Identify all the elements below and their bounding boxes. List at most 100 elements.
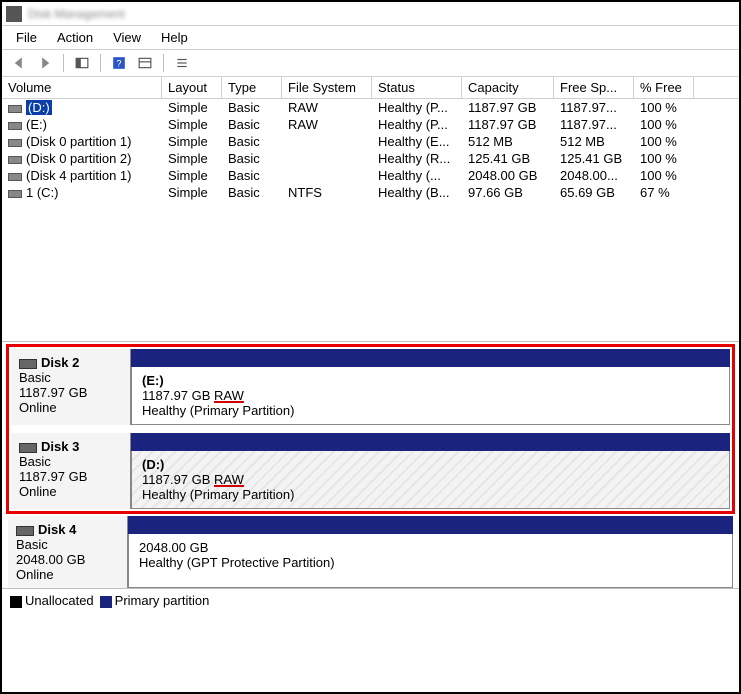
volume-fs: NTFS (282, 185, 372, 200)
partition-name: (D:) (142, 457, 719, 472)
list-button[interactable] (171, 53, 193, 73)
help-icon: ? (112, 56, 126, 70)
partition-fs: RAW (214, 388, 244, 403)
disk-partitions: (E:) 1187.97 GB RAW Healthy (Primary Par… (131, 349, 730, 425)
volume-table-body: (D:)SimpleBasicRAWHealthy (P...1187.97 G… (2, 99, 739, 201)
volume-fs (282, 168, 372, 183)
volume-pct: 67 % (634, 185, 694, 200)
partition-size: 2048.00 GB (139, 540, 722, 555)
list-icon (175, 56, 189, 70)
column-status[interactable]: Status (372, 77, 462, 98)
volume-free: 1187.97... (554, 117, 634, 132)
partition-size-fs: 1187.97 GB RAW (142, 472, 719, 487)
volume-pct: 100 % (634, 134, 694, 149)
legend-unallocated: Unallocated (10, 593, 94, 608)
forward-button[interactable] (34, 53, 56, 73)
disk-partitions: (D:) 1187.97 GB RAW Healthy (Primary Par… (131, 433, 730, 509)
volume-row[interactable]: (Disk 0 partition 1)SimpleBasicHealthy (… (2, 133, 739, 150)
volume-name: (Disk 0 partition 2) (26, 151, 131, 166)
partition-size: 1187.97 GB (142, 472, 214, 487)
show-hide-button[interactable] (71, 53, 93, 73)
volume-name: (Disk 0 partition 1) (26, 134, 131, 149)
volume-type: Basic (222, 168, 282, 183)
volume-type: Basic (222, 151, 282, 166)
drive-icon (8, 139, 22, 147)
column-volume[interactable]: Volume (2, 77, 162, 98)
window-title: Disk Management (28, 7, 125, 21)
volume-status: Healthy (P... (372, 117, 462, 132)
volume-free: 1187.97... (554, 100, 634, 115)
menu-file[interactable]: File (8, 28, 45, 47)
partition-block[interactable]: 2048.00 GB Healthy (GPT Protective Parti… (128, 534, 733, 588)
volume-row[interactable]: (E:) SimpleBasicRAWHealthy (P...1187.97 G… (2, 116, 739, 133)
volume-free: 2048.00... (554, 168, 634, 183)
volume-pct: 100 % (634, 151, 694, 166)
titlebar: Disk Management (2, 2, 739, 26)
partition-block[interactable]: (E:) 1187.97 GB RAW Healthy (Primary Par… (131, 367, 730, 425)
drive-icon (8, 190, 22, 198)
disk-area: Disk 2 Basic 1187.97 GB Online (E:) 1187… (2, 341, 739, 588)
volume-type: Basic (222, 100, 282, 115)
volume-name: (E:) (26, 117, 47, 132)
disk-info: Disk 4 Basic 2048.00 GB Online (8, 516, 128, 588)
column-pct-free[interactable]: % Free (634, 77, 694, 98)
column-filesystem[interactable]: File System (282, 77, 372, 98)
volume-name: (Disk 4 partition 1) (26, 168, 131, 183)
volume-free: 125.41 GB (554, 151, 634, 166)
drive-icon (8, 122, 22, 130)
disk-panel-2[interactable]: Disk 2 Basic 1187.97 GB Online (E:) 1187… (11, 349, 730, 425)
back-button[interactable] (8, 53, 30, 73)
column-capacity[interactable]: Capacity (462, 77, 554, 98)
volume-fs: RAW (282, 117, 372, 132)
volume-row[interactable]: (Disk 4 partition 1)SimpleBasicHealthy (… (2, 167, 739, 184)
disk-state: Online (16, 567, 119, 582)
volume-capacity: 1187.97 GB (462, 117, 554, 132)
disk-info: Disk 2 Basic 1187.97 GB Online (11, 349, 131, 425)
column-type[interactable]: Type (222, 77, 282, 98)
disk-partitions: 2048.00 GB Healthy (GPT Protective Parti… (128, 516, 733, 588)
disk-panel-3[interactable]: Disk 3 Basic 1187.97 GB Online (D:) 1187… (11, 433, 730, 509)
volume-layout: Simple (162, 134, 222, 149)
help-button[interactable]: ? (108, 53, 130, 73)
partition-bar (131, 433, 730, 451)
properties-button[interactable] (134, 53, 156, 73)
swatch-navy-icon (100, 596, 112, 608)
disk-name: Disk 3 (41, 439, 79, 454)
toolbar-separator (100, 54, 101, 72)
disk-panel-4[interactable]: Disk 4 Basic 2048.00 GB Online 2048.00 G… (8, 516, 733, 588)
volume-type: Basic (222, 117, 282, 132)
volume-name: (D:) (26, 100, 52, 115)
volume-free: 512 MB (554, 134, 634, 149)
disk-icon (16, 526, 34, 536)
volume-capacity: 97.66 GB (462, 185, 554, 200)
volume-capacity: 2048.00 GB (462, 168, 554, 183)
volume-fs (282, 134, 372, 149)
volume-row[interactable]: 1 (C:)SimpleBasicNTFSHealthy (B...97.66 … (2, 184, 739, 201)
partition-status: Healthy (Primary Partition) (142, 487, 719, 502)
volume-name: 1 (C:) (26, 185, 59, 200)
volume-type: Basic (222, 134, 282, 149)
menu-action[interactable]: Action (49, 28, 101, 47)
menu-view[interactable]: View (105, 28, 149, 47)
volume-pct: 100 % (634, 100, 694, 115)
menu-help[interactable]: Help (153, 28, 196, 47)
volume-row[interactable]: (Disk 0 partition 2)SimpleBasicHealthy (… (2, 150, 739, 167)
partition-bar (131, 349, 730, 367)
column-free[interactable]: Free Sp... (554, 77, 634, 98)
volume-layout: Simple (162, 117, 222, 132)
volume-layout: Simple (162, 168, 222, 183)
legend-label: Primary partition (115, 593, 210, 608)
disk-icon (19, 443, 37, 453)
disk-type: Basic (16, 537, 119, 552)
disk-icon (19, 359, 37, 369)
partition-size: 1187.97 GB (142, 388, 214, 403)
volume-row[interactable]: (D:)SimpleBasicRAWHealthy (P...1187.97 G… (2, 99, 739, 116)
arrow-left-icon (12, 56, 26, 70)
toolbar: ? (2, 50, 739, 77)
partition-block[interactable]: (D:) 1187.97 GB RAW Healthy (Primary Par… (131, 451, 730, 509)
column-layout[interactable]: Layout (162, 77, 222, 98)
volume-capacity: 512 MB (462, 134, 554, 149)
toolbar-separator (163, 54, 164, 72)
volume-table-header: Volume Layout Type File System Status Ca… (2, 77, 739, 99)
volume-fs (282, 151, 372, 166)
